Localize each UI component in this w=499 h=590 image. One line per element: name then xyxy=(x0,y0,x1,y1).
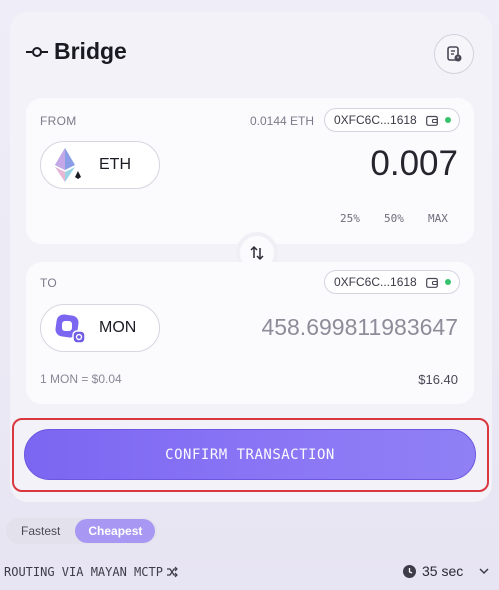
to-token-name: MON xyxy=(99,319,137,336)
to-address: 0XFC6C...1618 xyxy=(334,275,417,289)
bridge-icon xyxy=(26,46,48,57)
cheapest-option[interactable]: Cheapest xyxy=(75,519,156,543)
page-title: Bridge xyxy=(54,38,127,64)
from-token-select[interactable]: ETH xyxy=(40,141,160,189)
to-token-select[interactable]: MON xyxy=(40,304,160,352)
wallet-icon xyxy=(425,115,438,126)
wallet-icon xyxy=(425,277,438,288)
eta-text: 35 sec xyxy=(422,563,464,579)
from-amount-input[interactable]: 0.007 xyxy=(370,144,458,184)
from-card: FROM 0.0144 ETH 0XFC6C...1618 ETH 0.007 … xyxy=(26,98,474,244)
connected-status-dot xyxy=(444,279,451,285)
max-button[interactable]: MAX xyxy=(428,212,448,225)
swap-icon xyxy=(250,245,264,261)
clock-icon xyxy=(403,564,416,578)
fastest-option[interactable]: Fastest xyxy=(8,519,73,543)
to-address-pill[interactable]: 0XFC6C...1618 xyxy=(324,270,460,294)
connected-status-dot xyxy=(444,117,451,123)
to-label: TO xyxy=(40,276,58,290)
chevron-down-icon xyxy=(479,568,489,575)
exchange-rate: 1 MON = $0.04 xyxy=(40,372,122,386)
eta-dropdown[interactable]: 35 sec xyxy=(403,563,489,579)
confirm-transaction-button[interactable]: CONFIRM TRANSACTION xyxy=(24,429,476,480)
from-token-name: ETH xyxy=(99,156,131,173)
header: Bridge xyxy=(26,38,127,65)
routing-text: ROUTING VIA MAYAN MCTP xyxy=(4,565,163,579)
shuffle-icon xyxy=(166,566,178,578)
from-address: 0XFC6C...1618 xyxy=(334,113,417,127)
percent-25-button[interactable]: 25% xyxy=(340,212,360,225)
to-amount: 458.699811983647 xyxy=(261,314,458,340)
percent-50-button[interactable]: 50% xyxy=(384,212,404,225)
usd-value: $16.40 xyxy=(418,372,458,387)
eth-icon xyxy=(55,148,81,182)
from-label: FROM xyxy=(40,114,77,128)
history-button[interactable] xyxy=(434,34,474,74)
from-address-pill[interactable]: 0XFC6C...1618 xyxy=(324,108,460,132)
routing-info[interactable]: ROUTING VIA MAYAN MCTP xyxy=(4,565,178,579)
history-icon xyxy=(447,46,462,62)
from-balance: 0.0144 ETH xyxy=(250,114,315,128)
route-mode-toggle: Fastest Cheapest xyxy=(6,518,158,544)
mon-icon xyxy=(55,314,86,344)
